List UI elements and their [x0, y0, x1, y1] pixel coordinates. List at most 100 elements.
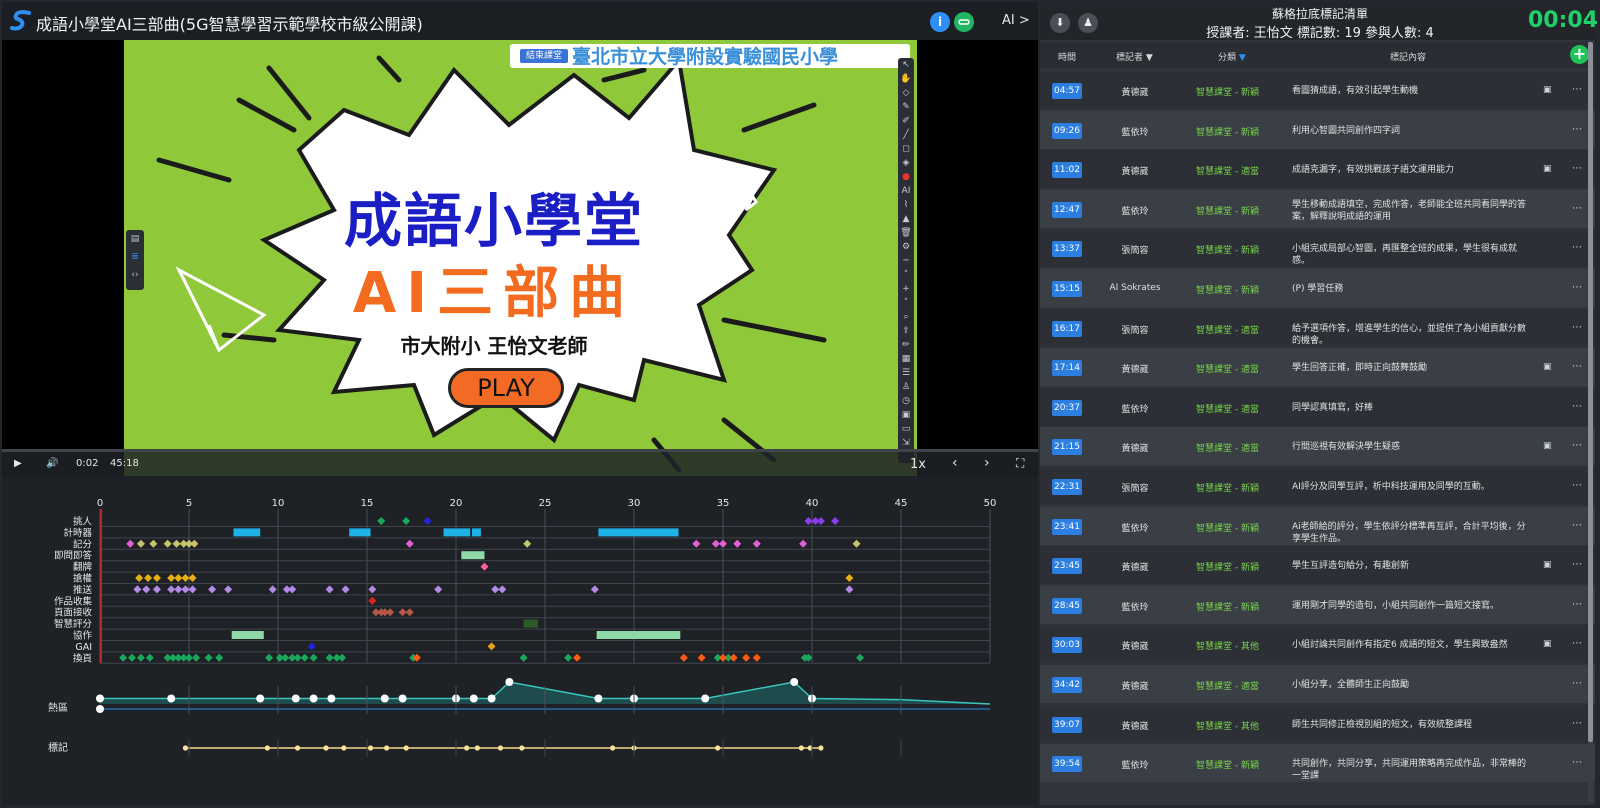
- progress-bar[interactable]: [2, 449, 1038, 452]
- code-icon[interactable]: ‹›: [126, 266, 144, 284]
- marker-row[interactable]: 21:15 黃德崴 智慧課堂 - 適當 行間巡視有效解決學生疑惑 ▣ ⋯: [1040, 427, 1595, 466]
- more-icon[interactable]: ⋯: [1572, 322, 1582, 333]
- marker-time-button[interactable]: 21:15: [1052, 439, 1082, 456]
- select-icon[interactable]: ↖: [898, 58, 914, 72]
- fill-icon[interactable]: ◈: [898, 156, 914, 170]
- image-icon[interactable]: ▣: [1543, 441, 1552, 451]
- trash-icon[interactable]: 🗑: [898, 226, 914, 240]
- marker-row[interactable]: 12:47 藍依玲 智慧課堂 - 新穎 學生移動成語填空，完成作答，老師能全班共同看同…: [1040, 189, 1595, 228]
- more-icon[interactable]: ⋯: [1572, 203, 1582, 214]
- line-icon[interactable]: ╱: [898, 128, 914, 142]
- marker-row[interactable]: 28:45 藍依玲 智慧課堂 - 新穎 運用剛才同學的造句，小組共同創作一篇短文接寫。…: [1040, 585, 1595, 624]
- exit-icon[interactable]: ⇲: [898, 436, 914, 450]
- next-icon[interactable]: ›: [984, 455, 990, 471]
- image-icon[interactable]: ▣: [1543, 639, 1552, 649]
- chevron-down-icon[interactable]: ˅: [898, 296, 914, 310]
- layers-icon[interactable]: ≣: [126, 248, 144, 266]
- marker-row[interactable]: 22:31 張簡容 智慧課堂 - 新穎 AI評分及同學互評，析中科技運用及同學的互動。…: [1040, 467, 1595, 505]
- share-icon[interactable]: ⇪: [898, 324, 914, 338]
- marker-time-button[interactable]: 09:26: [1052, 122, 1082, 139]
- marker-time-button[interactable]: 23:41: [1052, 518, 1082, 535]
- speed-selector[interactable]: 1x: [910, 457, 926, 472]
- marker-row[interactable]: 13:37 張簡容 智慧課堂 - 新穎 小組完成局部心智圖，再匯整全班的成果，學生很有…: [1040, 229, 1595, 268]
- marker-row[interactable]: 17:14 黃德崴 智慧課堂 - 適當 學生回答正確，即時正向鼓舞鼓勵 ▣ ⋯: [1040, 348, 1595, 387]
- marker-row[interactable]: 16:17 張簡容 智慧課堂 - 適當 給予選項作答，增進學生的信心，並提供了為小組貢…: [1040, 308, 1595, 347]
- image-icon[interactable]: ▣: [1543, 362, 1552, 372]
- marker-row[interactable]: 34:42 黃德崴 智慧課堂 - 適當 小組分享，全體師生正向鼓勵 ⋯: [1040, 665, 1595, 703]
- more-icon[interactable]: ⋯: [1572, 480, 1582, 491]
- image-icon[interactable]: ▣: [898, 408, 914, 422]
- marker-row[interactable]: 09:26 藍依玲 智慧課堂 - 新穎 利用心智圖共同創作四字詞 ⋯: [1040, 110, 1595, 149]
- marker-time-button[interactable]: 22:31: [1052, 479, 1082, 495]
- user-icon[interactable]: ♙: [898, 380, 914, 394]
- more-icon[interactable]: ⋯: [1572, 678, 1582, 689]
- more-icon[interactable]: ⋯: [1572, 520, 1582, 531]
- marker-row[interactable]: 39:07 黃德崴 智慧課堂 - 其他 師生共同修正檢視別組的短文，有效統整課程 ⋯: [1040, 704, 1595, 743]
- more-icon[interactable]: ⋯: [1572, 718, 1582, 729]
- timer-icon[interactable]: ◷: [898, 394, 914, 408]
- marker-time-button[interactable]: 17:14: [1052, 360, 1082, 377]
- end-class-button[interactable]: 結束課堂: [520, 49, 569, 63]
- marker-row[interactable]: 11:02 黃德崴 智慧課堂 - 適當 成語克漏字，有效挑戰孩子語文運用能力 ▣ ⋯: [1040, 150, 1595, 189]
- more-icon[interactable]: ⋯: [1572, 361, 1582, 372]
- more-icon[interactable]: ⋯: [1572, 599, 1582, 610]
- marker-time-button[interactable]: 15:15: [1052, 281, 1082, 297]
- marker-row[interactable]: 23:45 黃德崴 智慧課堂 - 新穎 學生互評造句給分，有趣創新 ▣ ⋯: [1040, 546, 1595, 585]
- play-icon[interactable]: ▶: [14, 458, 22, 469]
- color-icon[interactable]: ●: [898, 170, 914, 184]
- volume-icon[interactable]: 🔊: [46, 458, 58, 469]
- stamp-icon[interactable]: ▲: [898, 212, 914, 226]
- window-icon[interactable]: ▭: [898, 422, 914, 436]
- eraser-icon[interactable]: ◻: [898, 142, 914, 156]
- marker-time-button[interactable]: 23:45: [1052, 558, 1082, 575]
- shape-icon[interactable]: ◇: [898, 86, 914, 100]
- info-icon[interactable]: i: [930, 12, 950, 32]
- download-icon[interactable]: ⬇: [1050, 13, 1070, 33]
- marker-time-button[interactable]: 11:02: [1052, 162, 1082, 179]
- add-icon[interactable]: +: [1570, 45, 1589, 64]
- filter-icon[interactable]: ▼: [1146, 53, 1153, 63]
- scrollbar[interactable]: [1588, 42, 1593, 802]
- fullscreen-icon[interactable]: ⛶: [1016, 456, 1024, 471]
- pen-icon[interactable]: ✎: [898, 100, 914, 114]
- ai-icon[interactable]: AI: [898, 184, 914, 198]
- more-icon[interactable]: ⋯: [1572, 440, 1582, 451]
- marker-time-button[interactable]: 16:17: [1052, 320, 1082, 337]
- more-icon[interactable]: ⋯: [1572, 638, 1582, 649]
- highlighter-icon[interactable]: ✐: [898, 114, 914, 128]
- more-icon[interactable]: ⋯: [1572, 559, 1582, 570]
- col-time[interactable]: 時間: [1058, 50, 1076, 63]
- folder-icon[interactable]: ▤: [126, 230, 144, 248]
- marker-row[interactable]: 15:15 AI Sokrates 智慧課堂 - 新穎 (P) 學習任務 ⋯: [1040, 269, 1595, 307]
- search-icon[interactable]: ⌕: [898, 310, 914, 324]
- marker-row[interactable]: 30:03 黃德崴 智慧課堂 - 其他 小組討論共同創作有指定6 成語的短文，學生興致…: [1040, 625, 1595, 664]
- zoom-in-icon[interactable]: +: [898, 282, 914, 296]
- marker-row[interactable]: 23:41 藍依玲 智慧課堂 - 新穎 Ai老師給的評分，學生依評分標準再互評，合計平…: [1040, 506, 1595, 545]
- ai-panel-toggle[interactable]: AI >: [1002, 13, 1030, 28]
- chevron-up-icon[interactable]: ˄: [898, 268, 914, 282]
- more-icon[interactable]: ⋯: [1572, 282, 1582, 293]
- more-icon[interactable]: ⋯: [1572, 124, 1582, 135]
- marker-row[interactable]: 04:57 黃德崴 智慧課堂 - 新穎 看圖猜成語，有效引起學生動機 ▣ ⋯: [1040, 71, 1595, 109]
- paint-icon[interactable]: ✏: [898, 338, 914, 352]
- marker-time-button[interactable]: 12:47: [1052, 201, 1082, 218]
- marker-time-button[interactable]: 34:42: [1052, 677, 1082, 693]
- image-icon[interactable]: ▣: [1543, 560, 1552, 570]
- marker-row[interactable]: 20:37 藍依玲 智慧課堂 - 適當 同學認真填寫，好棒 ⋯: [1040, 387, 1595, 426]
- video-player[interactable]: 成語小學堂 AI三部曲 市大附小 王怡文老師 PLAY 結束課堂 臺北市立大學附…: [2, 40, 1038, 477]
- image-icon[interactable]: ▣: [1543, 164, 1552, 174]
- more-icon[interactable]: ⋯: [1572, 401, 1582, 412]
- more-icon[interactable]: ⋯: [1572, 757, 1582, 768]
- lasso-icon[interactable]: ⌇: [898, 198, 914, 212]
- slide-play-button[interactable]: PLAY: [448, 368, 564, 408]
- upload-icon[interactable]: ♟: [1078, 13, 1098, 33]
- marker-time-button[interactable]: 30:03: [1052, 637, 1082, 654]
- marker-time-button[interactable]: 39:54: [1052, 756, 1082, 773]
- hand-icon[interactable]: ✋: [898, 72, 914, 86]
- settings-icon[interactable]: ⚙: [898, 240, 914, 254]
- marker-time-button[interactable]: 28:45: [1052, 597, 1082, 614]
- marker-row[interactable]: 39:54 藍依玲 智慧課堂 - 新穎 共同創作，共同分享，共同運用策略再完成作品，非…: [1040, 744, 1595, 783]
- marker-time-button[interactable]: 04:57: [1052, 83, 1082, 99]
- col-marker[interactable]: 標記者 ▼: [1116, 50, 1153, 63]
- more-icon[interactable]: ⋯: [1572, 84, 1582, 95]
